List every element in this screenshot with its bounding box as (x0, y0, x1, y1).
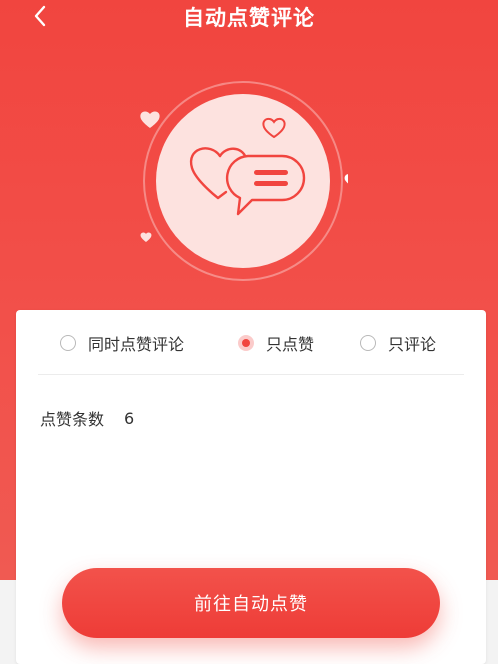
page-title: 自动点赞评论 (183, 6, 315, 30)
radio-option-comment-only[interactable]: 只评论 (360, 328, 436, 358)
heart-icon (140, 232, 152, 242)
radio-button[interactable] (60, 335, 76, 351)
radio-label: 只点赞 (266, 335, 315, 354)
like-count-row[interactable]: 点赞条数 6 (40, 406, 134, 430)
radio-button[interactable] (360, 335, 376, 351)
top-bar: 自动点赞评论 (0, 0, 498, 34)
radio-option-like-and-comment[interactable]: 同时点赞评论 (60, 328, 184, 358)
divider (38, 374, 464, 375)
radio-label: 只评论 (388, 335, 437, 354)
hero-illustration (138, 76, 360, 286)
start-auto-like-button[interactable]: 前往自动点赞 (62, 568, 440, 638)
mode-radio-group: 同时点赞评论 只点赞 只评论 (16, 328, 486, 358)
like-count-label: 点赞条数 (40, 410, 105, 429)
heart-icon (344, 174, 360, 187)
radio-button-selected[interactable] (238, 335, 254, 351)
radio-option-like-only[interactable]: 只点赞 (238, 328, 314, 358)
heart-icon (140, 111, 160, 128)
like-count-value[interactable]: 6 (124, 409, 134, 428)
radio-label: 同时点赞评论 (88, 335, 185, 354)
